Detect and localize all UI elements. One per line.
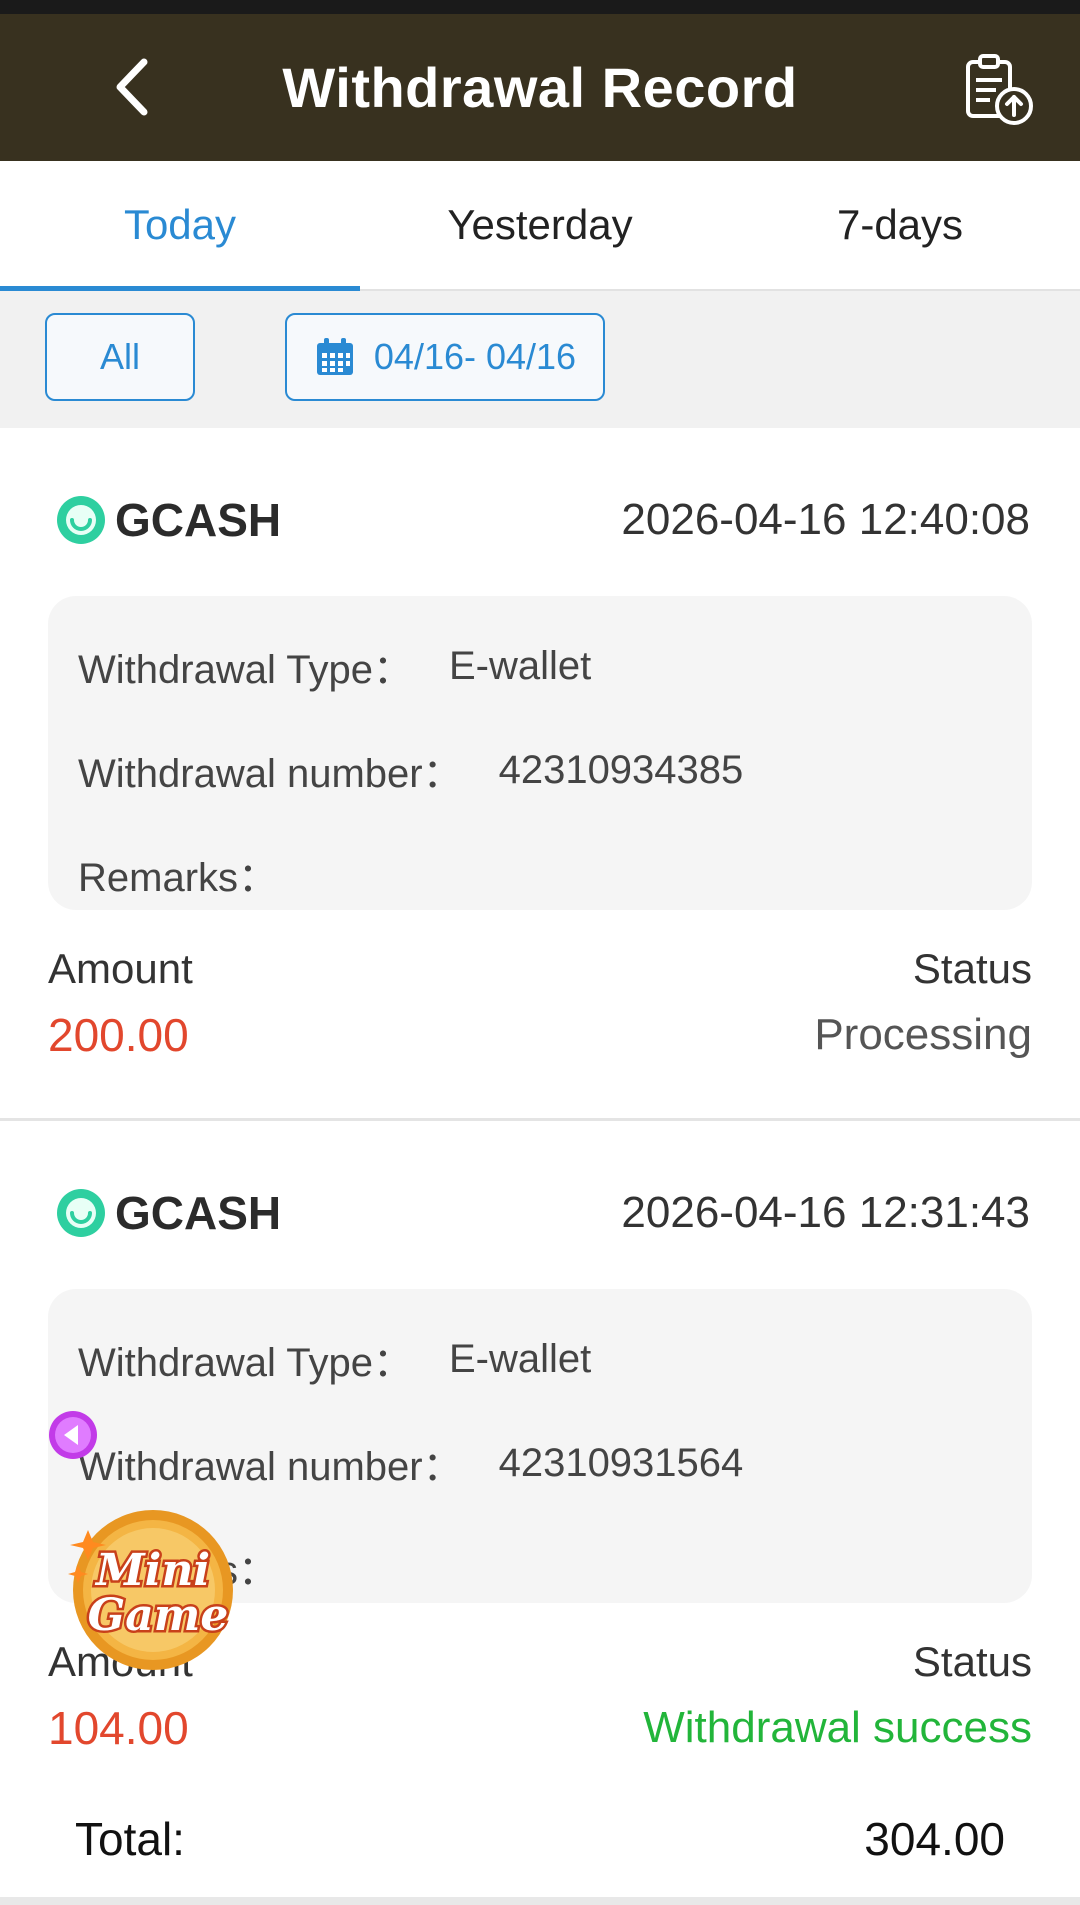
gcash-logo-icon (57, 1189, 105, 1237)
tab-today[interactable]: Today (0, 161, 360, 289)
record-details: Withdrawal Type： E-wallet Withdrawal num… (48, 596, 1032, 910)
status-value: Withdrawal success (643, 1703, 1032, 1752)
payment-method-label: GCASH (115, 494, 282, 546)
collapse-float-icon[interactable] (48, 1410, 98, 1460)
filter-all-label: All (99, 336, 140, 377)
withdrawal-number-label: Withdrawal number： (78, 752, 463, 796)
status-bar (0, 0, 1080, 14)
total-row: Total: 304.00 (75, 1812, 1005, 1866)
status-label: Status (912, 1638, 1032, 1685)
remarks-label: Remarks： (78, 856, 279, 900)
payment-method: GCASH (55, 493, 281, 547)
withdrawal-record: GCASH 2026-04-16 12:40:08 Withdrawal Typ… (0, 428, 1080, 1118)
date-tabs: Today Yesterday 7-days (0, 161, 1080, 291)
total-label: Total: (75, 1813, 185, 1865)
bottom-edge (0, 1897, 1080, 1905)
mini-game-icon[interactable]: Mini Game (58, 1480, 258, 1680)
filter-bar: All 04/16- 04/16 (0, 291, 1080, 428)
record-time: 2026-04-16 12:31:43 (621, 1188, 1030, 1237)
date-range-label: 04/16- 04/16 (373, 336, 577, 377)
withdrawal-number-value: 42310931564 (498, 1440, 744, 1485)
withdrawal-record: GCASH 2026-04-16 12:31:43 Withdrawal Typ… (0, 1121, 1080, 1811)
withdrawal-type-label: Withdrawal Type： (78, 648, 413, 692)
mini-game-label-line2: Game (88, 1590, 229, 1641)
tab-7-days[interactable]: 7-days (720, 161, 1080, 289)
gcash-logo-icon (57, 496, 105, 544)
chevron-left-icon[interactable] (100, 52, 170, 122)
filter-all-button[interactable]: All (45, 313, 195, 401)
total-value: 304.00 (864, 1813, 1005, 1865)
calendar-icon (316, 338, 353, 375)
withdrawal-type-value: E-wallet (448, 643, 592, 688)
date-range-button[interactable]: 04/16- 04/16 (285, 313, 605, 401)
payment-method-label: GCASH (115, 1187, 282, 1239)
amount-value: 104.00 (48, 1702, 189, 1754)
amount-value: 200.00 (48, 1009, 189, 1061)
status-label: Status (912, 945, 1032, 992)
payment-method: GCASH (55, 1186, 281, 1240)
amount-label: Amount (48, 945, 193, 992)
tab-yesterday[interactable]: Yesterday (360, 161, 720, 289)
clipboard-upload-icon[interactable] (960, 52, 1036, 128)
app-header: Withdrawal Record (0, 14, 1080, 161)
mini-game-label-line1: Mini (94, 1545, 210, 1596)
withdrawal-number-value: 42310934385 (498, 747, 744, 792)
withdrawal-type-value: E-wallet (448, 1336, 592, 1381)
page-title: Withdrawal Record (282, 56, 798, 119)
record-time: 2026-04-16 12:40:08 (621, 495, 1030, 544)
withdrawal-type-label: Withdrawal Type： (78, 1341, 413, 1385)
status-value: Processing (814, 1010, 1032, 1059)
